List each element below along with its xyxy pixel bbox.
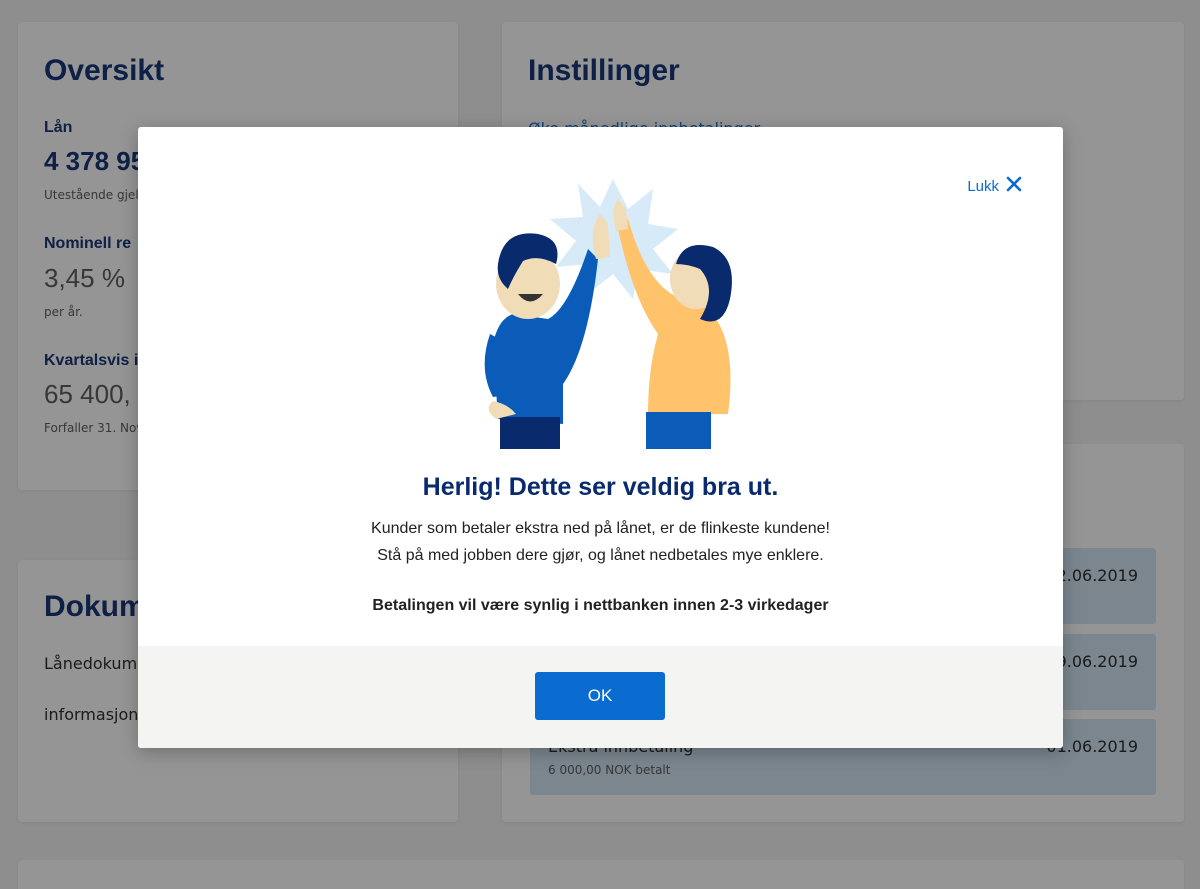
modal-footer: OK xyxy=(138,646,1063,748)
modal-message-line: Kunder som betaler ekstra ned på lånet, … xyxy=(371,520,830,537)
high-five-illustration xyxy=(484,179,732,449)
modal-message-line: Stå på med jobben dere gjør, og lånet ne… xyxy=(377,547,824,564)
modal-heading: Herlig! Dette ser veldig bra ut. xyxy=(422,473,779,501)
success-modal: Lukk Herlig! Dette ser veldig bra ut. Ku… xyxy=(138,127,1063,748)
modal-message: Kunder som betaler ekstra ned på lånet, … xyxy=(138,515,1063,569)
payment-notice: Betalingen vil være synlig i nettbanken … xyxy=(372,597,829,614)
close-icon xyxy=(1005,175,1023,197)
close-button[interactable]: Lukk xyxy=(967,175,1023,197)
ok-button[interactable]: OK xyxy=(535,672,665,720)
close-label: Lukk xyxy=(967,177,999,195)
